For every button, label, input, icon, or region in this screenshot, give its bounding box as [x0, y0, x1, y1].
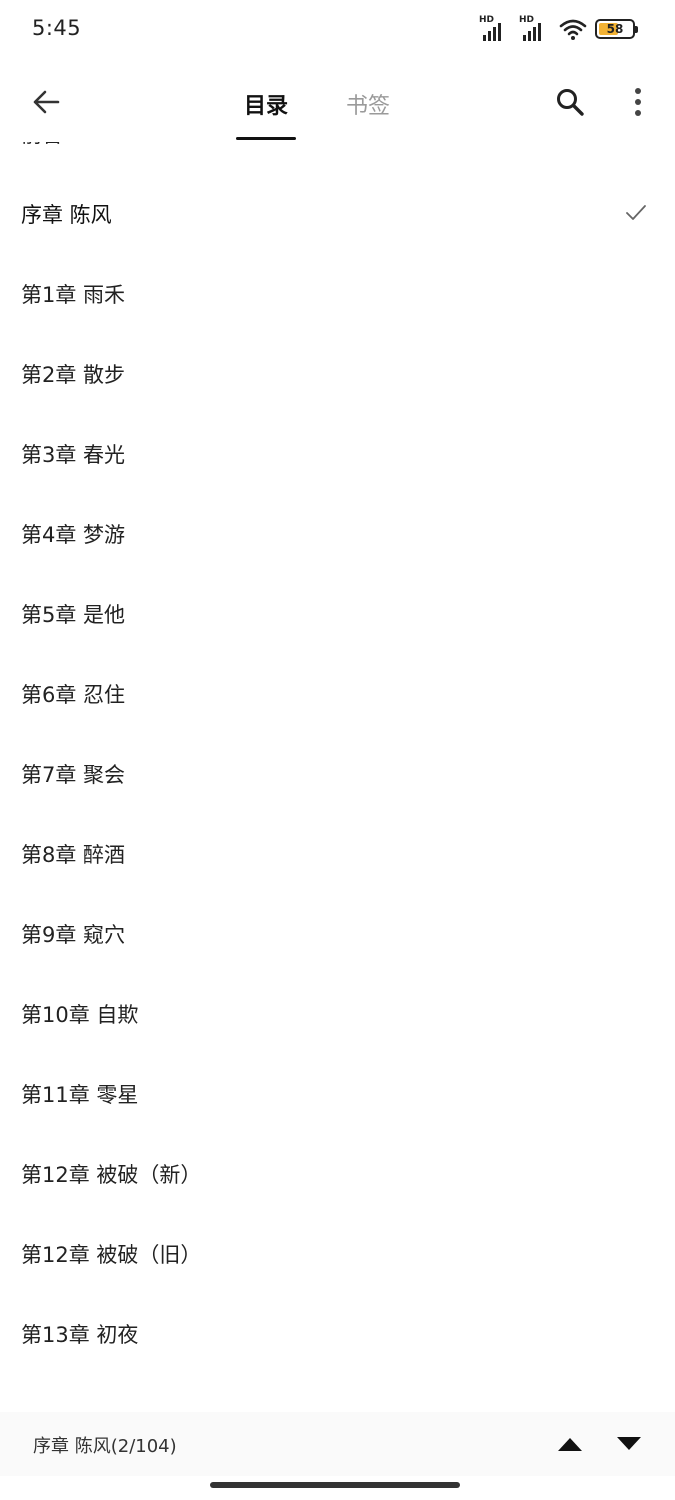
- chapter-item[interactable]: 第6章 忍住: [0, 654, 675, 734]
- current-chapter-label: 序章 陈风(2/104): [33, 1436, 177, 1457]
- search-icon: [557, 89, 584, 116]
- chapter-item[interactable]: 第13章 初夜: [0, 1294, 675, 1374]
- status-icons: HD HD 58: [479, 15, 638, 42]
- chapter-item[interactable]: 前言: [0, 142, 675, 174]
- previous-chapter-button[interactable]: [552, 1428, 588, 1460]
- chapter-item[interactable]: 第2章 散步: [0, 334, 675, 414]
- battery-icon: 58: [595, 19, 638, 39]
- chapter-title: 第12章 被破（新）: [21, 1163, 202, 1187]
- wifi-icon: [559, 19, 587, 40]
- app-bar: 目录 书签: [0, 60, 675, 142]
- tab-bar: 目录 书签: [236, 80, 398, 140]
- status-time: 5:45: [32, 16, 82, 40]
- cellular-signal-icon: HD: [519, 15, 551, 41]
- battery-level: 58: [606, 22, 624, 36]
- chapter-item[interactable]: 第1章 雨禾: [0, 254, 675, 334]
- chapter-title: 第3章 春光: [21, 443, 126, 467]
- triangle-up-icon: [558, 1438, 582, 1451]
- chapter-list[interactable]: 前言 序章 陈风 第1章 雨禾 第2章 散步 第3章 春光 第4章 梦游 第5章…: [0, 142, 675, 1412]
- chapter-item[interactable]: 第10章 自欺: [0, 974, 675, 1054]
- chapter-item[interactable]: 第5章 是他: [0, 574, 675, 654]
- triangle-down-icon: [617, 1437, 641, 1450]
- chapter-item[interactable]: 第4章 梦游: [0, 494, 675, 574]
- chapter-item[interactable]: 第8章 醉酒: [0, 814, 675, 894]
- chapter-item[interactable]: 第7章 聚会: [0, 734, 675, 814]
- tab-bookmarks[interactable]: 书签: [338, 80, 398, 140]
- chapter-title: 第12章 被破（旧）: [21, 1243, 202, 1267]
- chapter-item[interactable]: 第9章 窥穴: [0, 894, 675, 974]
- bottom-bar: 序章 陈风(2/104): [0, 1412, 675, 1476]
- chapter-title: 第8章 醉酒: [21, 843, 126, 867]
- next-chapter-button[interactable]: [611, 1428, 647, 1460]
- more-options-button[interactable]: [618, 80, 658, 124]
- chapter-item[interactable]: 第12章 被破（新）: [0, 1134, 675, 1214]
- chapter-item[interactable]: 第11章 零星: [0, 1054, 675, 1134]
- back-button[interactable]: [24, 80, 68, 124]
- chapter-item[interactable]: 第12章 被破（旧）: [0, 1214, 675, 1294]
- chapter-title: 第13章 初夜: [21, 1323, 139, 1347]
- chapter-title: 第11章 零星: [21, 1083, 139, 1107]
- chapter-title: 第7章 聚会: [21, 763, 126, 787]
- chapter-title: 第6章 忍住: [21, 683, 126, 707]
- chapter-title: 第10章 自欺: [21, 1003, 139, 1027]
- check-icon: [626, 205, 646, 220]
- chapter-title: 第1章 雨禾: [21, 283, 126, 307]
- home-indicator[interactable]: [210, 1482, 460, 1488]
- chapter-title: 第2章 散步: [21, 363, 126, 387]
- search-button[interactable]: [548, 80, 592, 124]
- chapter-item[interactable]: 第3章 春光: [0, 414, 675, 494]
- tab-contents[interactable]: 目录: [236, 80, 297, 140]
- chapter-title: 第9章 窥穴: [21, 923, 126, 947]
- arrow-left-icon: [33, 90, 60, 114]
- status-bar: 5:45 HD HD 58: [0, 0, 675, 60]
- chapter-title: 第4章 梦游: [21, 523, 126, 547]
- chapter-title: 前言: [21, 142, 63, 149]
- chapter-title: 序章 陈风: [21, 203, 112, 227]
- chapter-title: 第5章 是他: [21, 603, 126, 627]
- chapter-item-current[interactable]: 序章 陈风: [0, 174, 675, 254]
- chapter-list-items: 前言 序章 陈风 第1章 雨禾 第2章 散步 第3章 春光 第4章 梦游 第5章…: [0, 142, 675, 1374]
- cellular-signal-icon: HD: [479, 15, 511, 41]
- more-vertical-icon: [635, 88, 641, 116]
